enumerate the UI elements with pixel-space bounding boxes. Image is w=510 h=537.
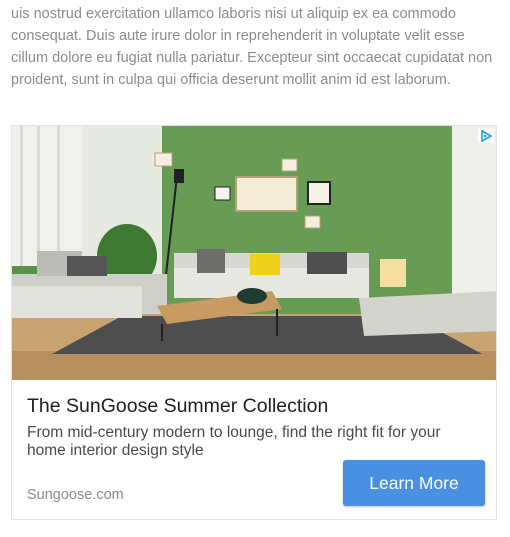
learn-more-button[interactable]: Learn More: [343, 460, 485, 506]
ad-domain[interactable]: Sungoose.com: [27, 487, 124, 503]
ad-card[interactable]: The SunGoose Summer Collection From mid-…: [11, 125, 497, 520]
adchoices-icon[interactable]: [478, 128, 494, 143]
ad-image[interactable]: [12, 126, 497, 380]
article-text: uis nostrud exercitation ullamco laboris…: [11, 6, 493, 88]
ad-title[interactable]: The SunGoose Summer Collection: [27, 395, 328, 418]
adchoices-icon-glyph: [481, 129, 492, 142]
ad-description: From mid-century modern to lounge, find …: [27, 424, 441, 459]
